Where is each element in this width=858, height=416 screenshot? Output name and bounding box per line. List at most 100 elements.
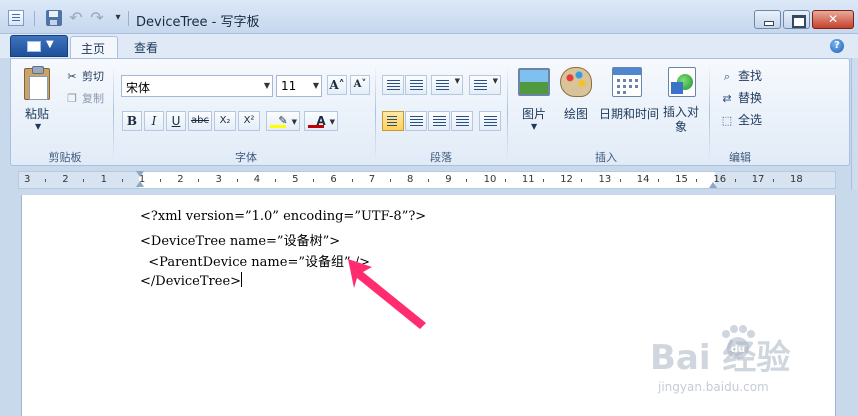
chevron-down-icon[interactable]: ▼ bbox=[531, 122, 537, 131]
ruler-tick bbox=[581, 179, 583, 182]
replace-button[interactable]: ⇄ 替换 bbox=[719, 89, 762, 106]
bold-button[interactable]: B bbox=[122, 111, 142, 131]
bullet-list-button[interactable]: ▼ bbox=[431, 75, 463, 95]
copy-button[interactable]: ❐ 复制 bbox=[65, 90, 104, 106]
shrink-font-button[interactable]: A˅ bbox=[350, 75, 370, 95]
calendar-icon[interactable] bbox=[612, 67, 642, 97]
document-menu-icon bbox=[27, 41, 41, 52]
tab-view[interactable]: 查看 bbox=[124, 36, 172, 58]
insert-object-button[interactable]: 插入对象 bbox=[663, 105, 699, 135]
minimize-button[interactable] bbox=[754, 10, 781, 29]
group-label-font: 字体 bbox=[235, 151, 257, 164]
date-time-button[interactable]: 日期和时间 bbox=[597, 105, 661, 122]
align-right-button[interactable] bbox=[428, 111, 450, 131]
redo-icon[interactable]: ↷ bbox=[89, 10, 105, 26]
ruler-number: 2 bbox=[177, 174, 184, 185]
line-spacing-button[interactable]: ▼ bbox=[469, 75, 501, 95]
ruler-tick bbox=[504, 179, 506, 182]
ruler-tick bbox=[772, 179, 774, 182]
justify-button[interactable] bbox=[451, 111, 473, 131]
toolbar-separator bbox=[128, 11, 129, 26]
toolbar-separator bbox=[34, 11, 35, 26]
paragraph-icon bbox=[484, 116, 497, 117]
find-button[interactable]: ⌕ 查找 bbox=[719, 67, 762, 84]
document-line[interactable]: <DeviceTree name=”设备树”> bbox=[140, 230, 340, 249]
undo-icon[interactable]: ↶ bbox=[68, 10, 84, 26]
underline-button[interactable]: U bbox=[166, 111, 186, 131]
paste-button-label[interactable]: 粘贴 bbox=[25, 105, 49, 122]
paint-drawing-button[interactable]: 绘图 bbox=[558, 105, 594, 122]
line-spacing-icon bbox=[474, 80, 487, 81]
paint-palette-icon[interactable] bbox=[560, 67, 592, 97]
ruler-tick bbox=[121, 179, 123, 182]
increase-indent-icon bbox=[410, 80, 423, 81]
help-icon[interactable]: ? bbox=[830, 39, 844, 53]
replace-icon: ⇄ bbox=[722, 92, 732, 105]
maximize-button[interactable] bbox=[783, 10, 810, 29]
ruler-tick bbox=[274, 179, 276, 182]
quick-access-dropdown-icon[interactable]: ▾ bbox=[110, 10, 126, 26]
ribbon-home: 粘贴 ▼ ✂ 剪切 ❐ 复制 剪贴板 宋体 ▼ 11 ▼ A˄ A˅ B I U a… bbox=[10, 58, 850, 166]
ruler-number: 6 bbox=[330, 174, 337, 185]
italic-button[interactable]: I bbox=[144, 111, 164, 131]
left-indent-marker[interactable] bbox=[136, 171, 144, 189]
subscript-button[interactable]: X₂ bbox=[214, 111, 236, 131]
document-line[interactable]: <?xml version=”1.0” encoding=”UTF-8”?> bbox=[140, 209, 426, 224]
grow-font-button[interactable]: A˄ bbox=[327, 75, 347, 95]
ruler-number: 15 bbox=[675, 174, 688, 185]
insert-picture-button[interactable]: 图片 bbox=[518, 105, 550, 122]
ruler-tick bbox=[428, 179, 430, 182]
picture-icon[interactable] bbox=[518, 68, 550, 96]
right-indent-marker[interactable] bbox=[709, 182, 717, 188]
paragraph-dialog-button[interactable] bbox=[479, 111, 501, 131]
title-bar: ↶ ↷ ▾ DeviceTree - 写字板 bbox=[0, 0, 858, 34]
scissors-icon: ✂ bbox=[67, 70, 77, 83]
ruler[interactable]: 3 2 1 1 2 3 4 5 6 7 8 9 10 11 12 13 14 15 16 17 18 bbox=[18, 171, 836, 189]
chevron-down-icon: ▼ bbox=[454, 77, 460, 85]
increase-indent-button[interactable] bbox=[405, 75, 427, 95]
app-menu-button[interactable]: ▼ bbox=[10, 35, 68, 57]
insert-object-icon[interactable] bbox=[668, 67, 696, 97]
ruler-tick bbox=[543, 179, 545, 182]
decrease-indent-button[interactable] bbox=[382, 75, 404, 95]
group-label-clipboard: 剪贴板 bbox=[48, 151, 82, 164]
save-icon[interactable] bbox=[46, 10, 62, 26]
binoculars-icon: ⌕ bbox=[723, 70, 731, 83]
wordpad-app-icon[interactable] bbox=[8, 10, 24, 26]
superscript-button[interactable]: X² bbox=[238, 111, 260, 131]
font-color-button[interactable]: A ▼ bbox=[304, 111, 338, 131]
font-family-select[interactable]: 宋体 ▼ bbox=[121, 75, 273, 97]
document-line[interactable]: </DeviceTree> bbox=[140, 272, 243, 289]
ruler-tick bbox=[351, 179, 353, 182]
highlight-color-button[interactable]: ✎ ▼ bbox=[266, 111, 300, 131]
annotation-arrow bbox=[348, 259, 426, 329]
align-center-icon bbox=[410, 116, 423, 117]
chevron-down-icon: ▼ bbox=[263, 81, 270, 90]
font-size-select[interactable]: 11 ▼ bbox=[276, 75, 322, 97]
paste-icon[interactable] bbox=[24, 66, 50, 100]
ruler-number: 7 bbox=[368, 174, 376, 185]
group-separator bbox=[709, 65, 710, 161]
document-line-text: </DeviceTree> bbox=[140, 274, 242, 289]
select-all-button[interactable]: ⬚ 全选 bbox=[719, 111, 762, 128]
window-title: DeviceTree - 写字板 bbox=[136, 15, 260, 30]
ruler-number: 11 bbox=[521, 174, 535, 185]
cut-button[interactable]: ✂ 剪切 bbox=[65, 68, 104, 84]
ruler-number: 3 bbox=[24, 174, 31, 185]
align-left-button[interactable] bbox=[382, 111, 404, 131]
ruler-tick bbox=[236, 179, 238, 182]
align-center-button[interactable] bbox=[405, 111, 427, 131]
paste-dropdown-icon[interactable]: ▼ bbox=[35, 122, 41, 131]
cut-label: 剪切 bbox=[82, 70, 104, 83]
ruler-number: 4 bbox=[253, 174, 261, 185]
select-all-label: 全选 bbox=[738, 113, 763, 127]
strikethrough-button[interactable]: abc bbox=[188, 111, 212, 131]
ruler-tick bbox=[45, 179, 47, 182]
close-button[interactable] bbox=[812, 10, 854, 29]
ruler-number: 3 bbox=[215, 174, 222, 185]
ruler-number: 18 bbox=[790, 174, 803, 185]
tab-home[interactable]: 主页 bbox=[70, 36, 118, 58]
chevron-down-icon: ▼ bbox=[492, 77, 498, 85]
ruler-number: 17 bbox=[751, 174, 765, 185]
select-all-icon: ⬚ bbox=[721, 114, 733, 127]
